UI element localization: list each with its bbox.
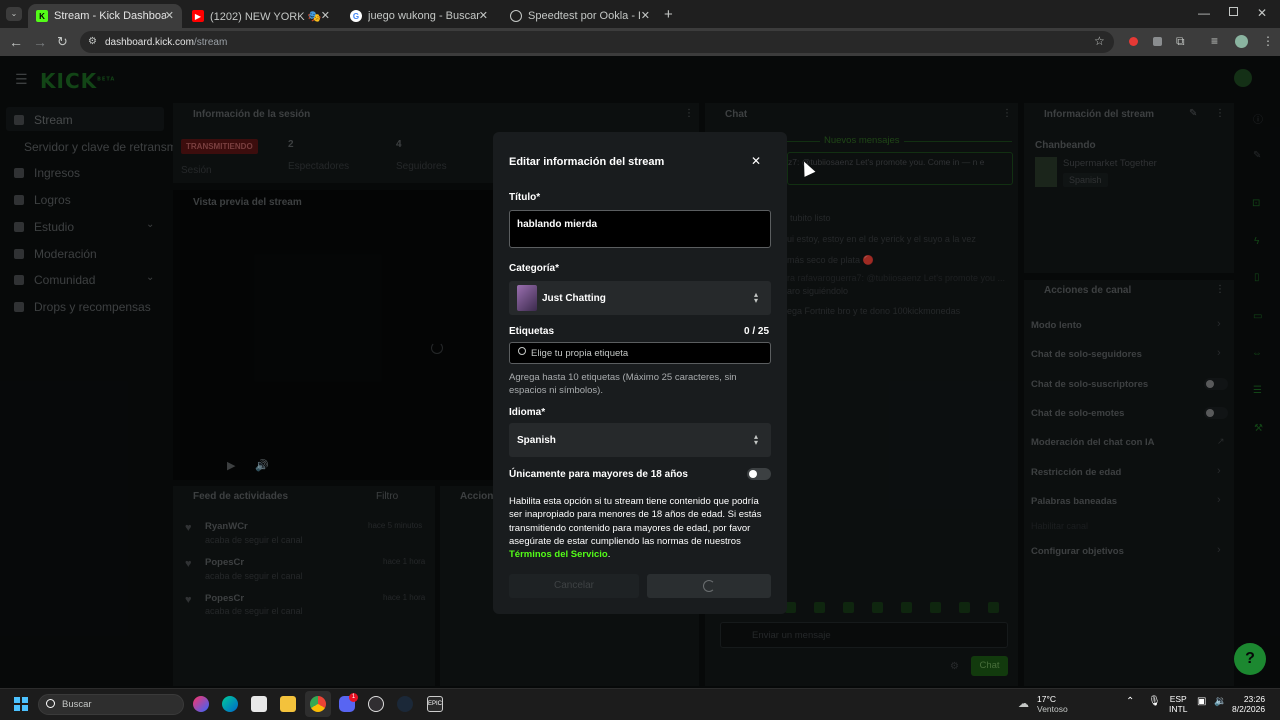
tab-title: Stream - Kick Dashboard bbox=[54, 10, 166, 22]
weather-icon[interactable]: ☁ bbox=[1018, 697, 1029, 710]
lang-top: ESP bbox=[1169, 694, 1187, 704]
tab-speedtest[interactable]: Speedtest por Ookla - La prueb ✕ bbox=[502, 4, 658, 28]
input-language[interactable]: ESP INTL bbox=[1169, 694, 1187, 714]
tab-close-icon[interactable]: ✕ bbox=[479, 9, 488, 22]
terms-of-service-link[interactable]: Términos del Servicio bbox=[509, 549, 608, 560]
tags-hint: Agrega hasta 10 etiquetas (Máximo 25 car… bbox=[509, 372, 737, 396]
cancel-label: Cancelar bbox=[553, 580, 595, 591]
kick-favicon-icon: K bbox=[36, 10, 48, 22]
weather-widget[interactable]: 17°C Ventoso bbox=[1037, 694, 1068, 714]
profile-avatar[interactable] bbox=[1235, 35, 1248, 48]
tags-count: 0 / 25 bbox=[744, 326, 770, 337]
tab-title: juego wukong - Buscar con Go bbox=[368, 10, 480, 22]
cancel-button[interactable]: Cancelar bbox=[509, 574, 639, 598]
mature-description: Habilita esta opción si tu stream tiene … bbox=[509, 495, 771, 561]
microphone-icon[interactable]: 🎙 bbox=[1148, 696, 1161, 707]
taskbar-search-box[interactable] bbox=[38, 694, 184, 715]
reload-icon[interactable]: ↻ bbox=[57, 34, 68, 50]
tab-title: Speedtest por Ookla - La prueb bbox=[528, 10, 640, 22]
modal-close-icon[interactable]: ✕ bbox=[751, 154, 761, 168]
tab-close-icon[interactable]: ✕ bbox=[321, 9, 330, 22]
mature-label: Únicamente para mayores de 18 años bbox=[509, 469, 688, 480]
network-icon[interactable]: ▣ bbox=[1197, 696, 1206, 707]
copilot-icon[interactable] bbox=[193, 696, 209, 712]
taskbar-search-icon bbox=[46, 699, 55, 708]
tab-youtube[interactable]: ▶ (1202) NEW YORK 🎭 | BLESSD ✕ bbox=[184, 4, 338, 28]
tray-overflow-icon[interactable]: ⌃ bbox=[1126, 696, 1134, 707]
windows-start-icon[interactable] bbox=[14, 697, 28, 711]
tags-label: Etiquetas bbox=[509, 326, 555, 337]
address-bar[interactable] bbox=[80, 31, 1114, 53]
select-arrows-icon: ▴ ▾ bbox=[754, 432, 759, 447]
url-text: dashboard.kick.com/stream bbox=[105, 37, 228, 48]
title-input-value: hablando mierda bbox=[517, 219, 598, 230]
search-icon bbox=[518, 347, 526, 355]
site-info-icon[interactable]: ⚙ bbox=[88, 36, 97, 47]
maximize-icon[interactable] bbox=[1229, 7, 1238, 16]
media-controls-icon[interactable]: ≡ bbox=[1211, 34, 1218, 48]
browser-menu-icon[interactable]: ⋮ bbox=[1262, 34, 1274, 48]
tags-input-placeholder: Elige tu propia etiqueta bbox=[531, 348, 629, 359]
tab-close-icon[interactable]: ✕ bbox=[165, 9, 174, 22]
extensions-puzzle-icon[interactable]: ⧉ bbox=[1176, 34, 1185, 49]
chrome-icon[interactable] bbox=[310, 696, 326, 712]
save-loading-spinner-icon bbox=[703, 580, 715, 592]
modal-title: Editar información del stream bbox=[509, 156, 665, 168]
weather-desc: Ventoso bbox=[1037, 704, 1068, 714]
minimize-icon[interactable]: — bbox=[1198, 6, 1210, 20]
discord-notification-badge: 1 bbox=[349, 693, 358, 702]
obs-icon[interactable] bbox=[368, 696, 384, 712]
windows-taskbar bbox=[0, 688, 1280, 720]
taskbar-search-placeholder: Buscar bbox=[62, 699, 92, 710]
category-value: Just Chatting bbox=[542, 293, 606, 304]
clock-time: 23:26 bbox=[1243, 694, 1266, 704]
steam-icon[interactable] bbox=[397, 696, 413, 712]
select-arrows-icon: ▴ ▾ bbox=[754, 290, 759, 305]
title-label: Título* bbox=[509, 192, 541, 203]
youtube-favicon-icon: ▶ bbox=[192, 10, 204, 22]
back-icon[interactable]: ← bbox=[9, 34, 23, 50]
extension-gray-icon[interactable] bbox=[1153, 37, 1162, 46]
speedtest-favicon-icon bbox=[510, 10, 522, 22]
extension-red-icon[interactable] bbox=[1129, 37, 1138, 46]
tab-search-button[interactable]: ⌄ bbox=[6, 7, 22, 21]
language-value: Spanish bbox=[517, 435, 556, 446]
mature-content-toggle[interactable] bbox=[747, 468, 771, 480]
close-window-icon[interactable]: ✕ bbox=[1257, 6, 1267, 20]
mature-body-end: . bbox=[607, 549, 611, 561]
mature-body-text: Habilita esta opción si tu stream tiene … bbox=[509, 496, 762, 547]
tab-google-search[interactable]: G juego wukong - Buscar con Go ✕ bbox=[342, 4, 496, 28]
epic-games-icon[interactable]: EPIC bbox=[427, 696, 443, 712]
new-tab-button[interactable]: + bbox=[664, 6, 673, 23]
tab-title: (1202) NEW YORK 🎭 | BLESSD bbox=[210, 10, 322, 23]
weather-temp: 17°C bbox=[1037, 694, 1056, 704]
volume-tray-icon[interactable]: 🔉 bbox=[1214, 696, 1226, 707]
forward-icon[interactable]: → bbox=[33, 34, 47, 50]
clock-date: 8/2/2026 bbox=[1232, 704, 1266, 714]
category-label: Categoría* bbox=[509, 263, 560, 274]
lang-bottom: INTL bbox=[1169, 704, 1188, 714]
tab-close-icon[interactable]: ✕ bbox=[641, 9, 650, 22]
language-label: Idioma* bbox=[509, 407, 546, 418]
bookmark-star-icon[interactable]: ☆ bbox=[1094, 34, 1105, 48]
terminal-icon[interactable] bbox=[251, 696, 267, 712]
tab-kick-dashboard[interactable]: K Stream - Kick Dashboard ✕ bbox=[28, 4, 182, 28]
edge-icon[interactable] bbox=[222, 696, 238, 712]
file-explorer-icon[interactable] bbox=[280, 696, 296, 712]
category-thumbnail bbox=[517, 285, 537, 311]
clock[interactable]: 23:26 8/2/2026 bbox=[1232, 694, 1265, 714]
google-favicon-icon: G bbox=[350, 10, 362, 22]
